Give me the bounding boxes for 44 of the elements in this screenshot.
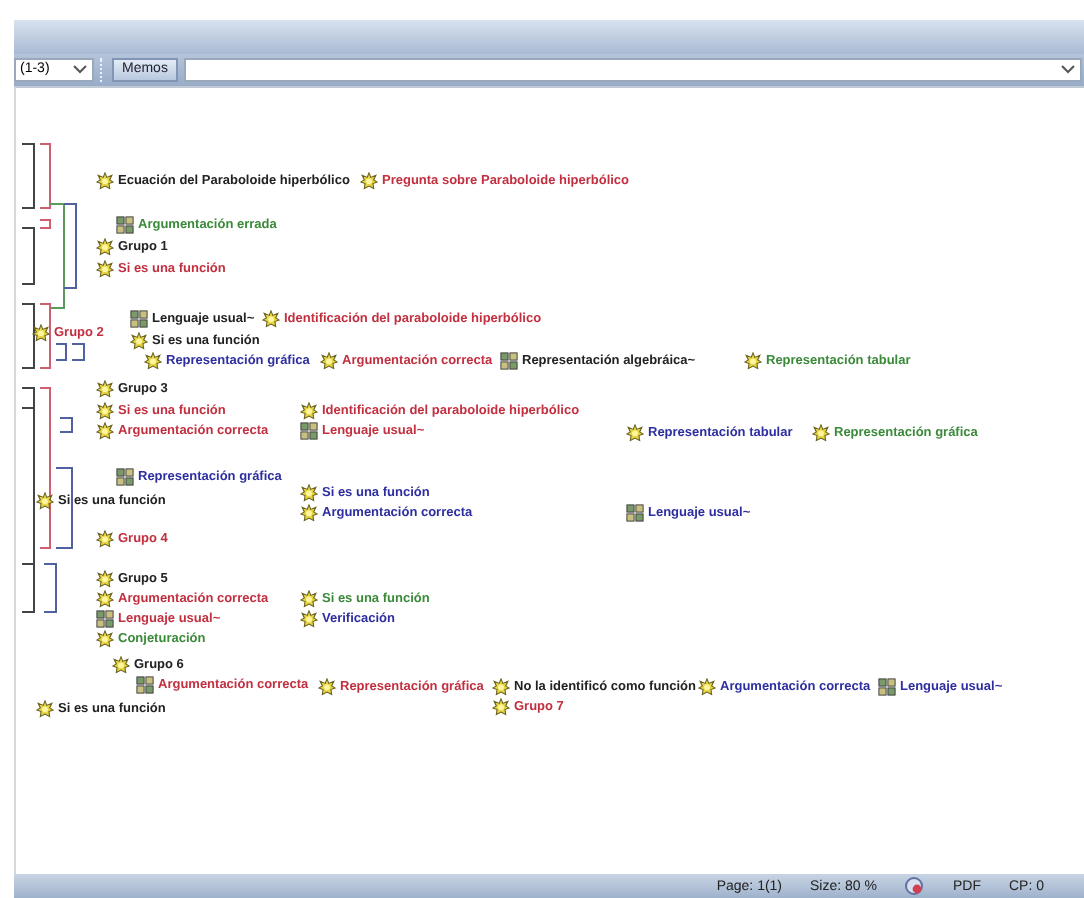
- star-icon: [96, 260, 114, 278]
- star-icon: [698, 678, 716, 696]
- star-icon: [492, 698, 510, 716]
- star-icon: [96, 380, 114, 398]
- star-icon: [300, 402, 318, 420]
- pdf-icon[interactable]: [904, 876, 925, 896]
- network-icon: [878, 678, 896, 696]
- star-icon: [812, 424, 830, 442]
- network-icon: [116, 468, 134, 486]
- star-icon: [144, 352, 162, 370]
- star-icon: [96, 530, 114, 548]
- star-icon: [130, 332, 148, 350]
- star-icon: [96, 402, 114, 420]
- star-icon: [262, 310, 280, 328]
- network-icon: [626, 504, 644, 522]
- star-icon: [626, 424, 644, 442]
- star-icon: [300, 504, 318, 522]
- network-icon: [136, 676, 154, 694]
- star-icon: [32, 324, 50, 342]
- star-icon: [96, 590, 114, 608]
- star-icon: [300, 610, 318, 628]
- star-icon: [36, 492, 54, 510]
- memo-dropdown[interactable]: [183, 57, 1082, 81]
- network-icon: [300, 422, 318, 440]
- star-icon: [96, 238, 114, 256]
- star-icon: [744, 352, 762, 370]
- star-icon: [112, 656, 130, 674]
- chevron-down-icon: [1060, 64, 1076, 74]
- chevron-down-icon: [72, 64, 88, 74]
- star-icon: [96, 172, 114, 190]
- star-icon: [36, 700, 54, 718]
- star-icon: [300, 484, 318, 502]
- network-icon: [130, 310, 148, 328]
- network-icon: [96, 610, 114, 628]
- star-icon: [318, 678, 336, 696]
- star-icon: [96, 422, 114, 440]
- star-icon: [360, 172, 378, 190]
- star-icon: [96, 570, 114, 588]
- network-icon: [116, 216, 134, 234]
- star-icon: [320, 352, 338, 370]
- network-icon: [500, 352, 518, 370]
- star-icon: [300, 590, 318, 608]
- star-icon: [96, 630, 114, 648]
- star-icon: [492, 678, 510, 696]
